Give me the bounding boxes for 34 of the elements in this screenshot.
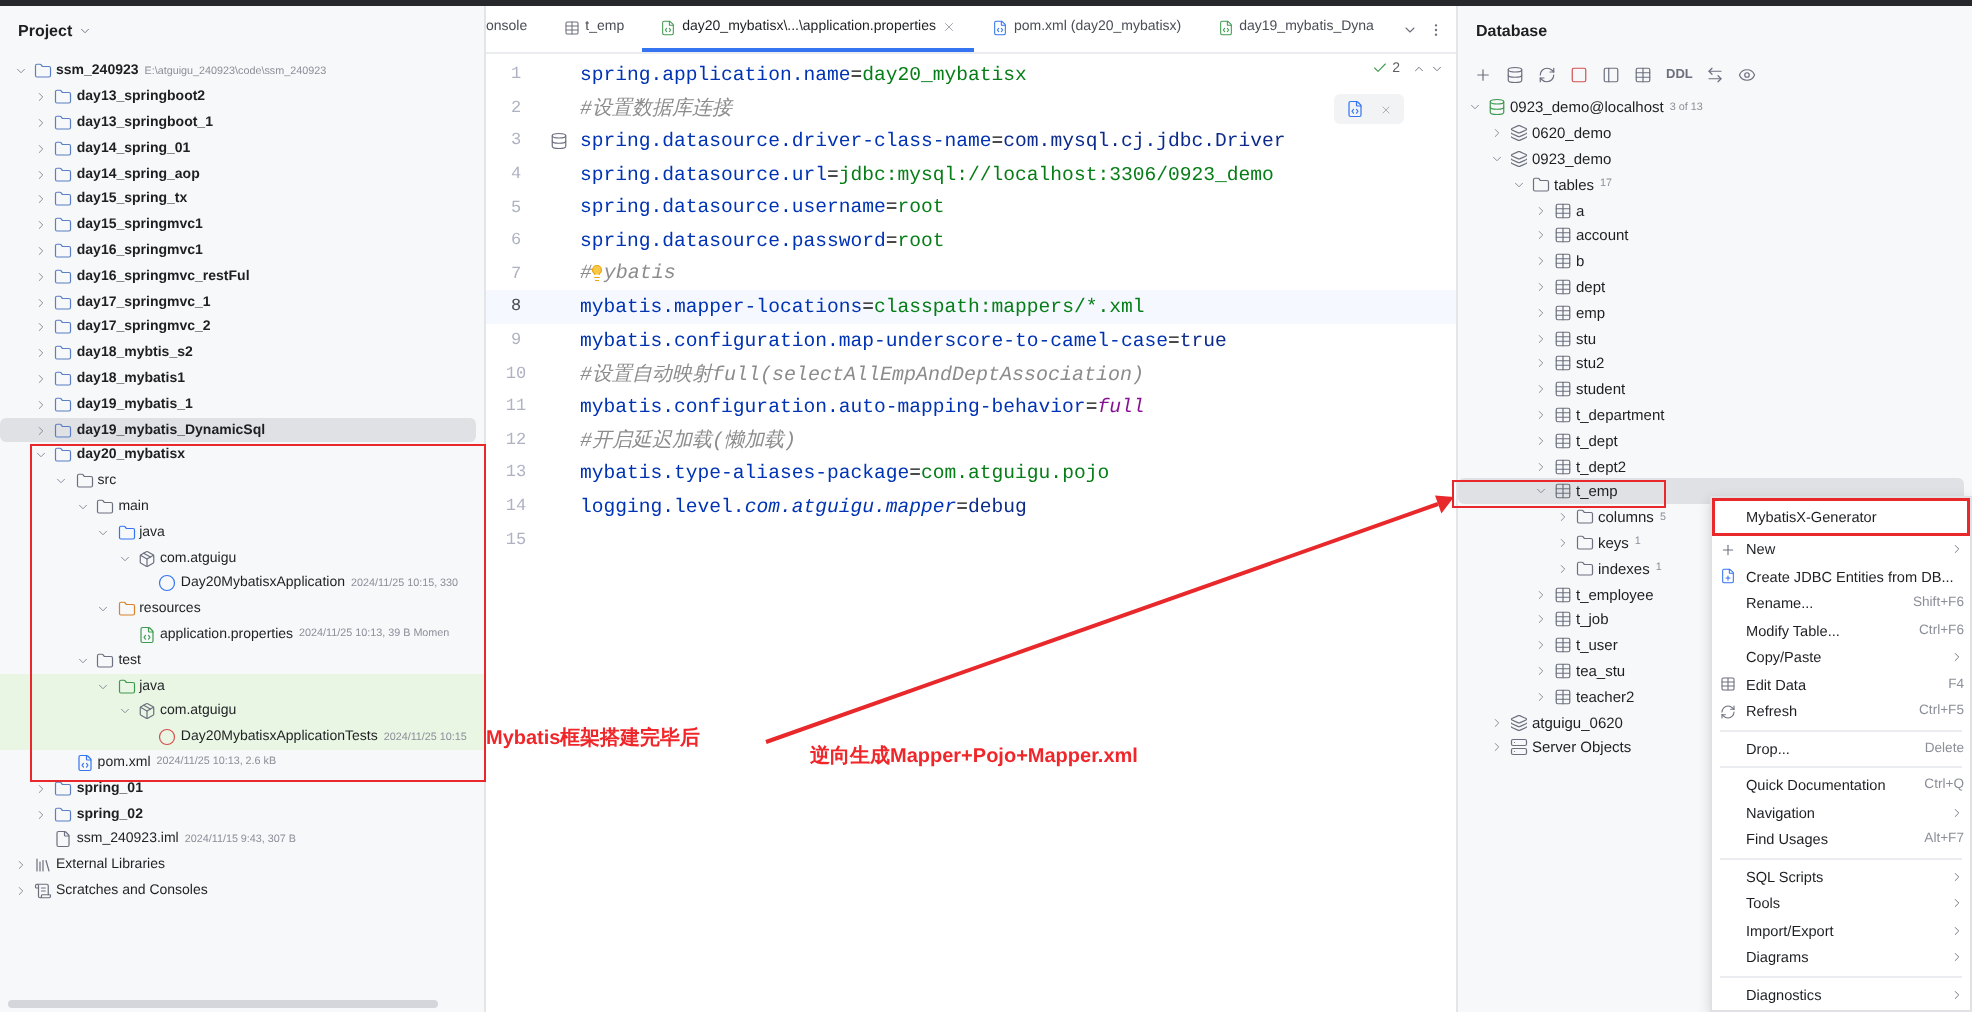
code-line: # [580,261,593,286]
code-line: #设置自动映射full(selectAllEmpAndDeptAssociation) [580,361,1145,388]
panel-title: Database [1476,22,1548,40]
panel-title: Project [18,22,73,40]
code-line: logging.level.com.atguigu.mapper=debug [580,495,1027,518]
code-line: #开启延迟加载(懒加载) [580,427,797,454]
annotation-text: 逆向生成Mapper+Pojo+Mapper.xml [810,743,1138,770]
line-number: 13 [503,462,529,483]
line-number: 10 [503,363,529,384]
line-number: 1 [508,64,524,85]
line-number: 15 [503,529,529,550]
line-number: 6 [508,230,524,251]
code-line: spring.datasource.username=root [580,196,945,219]
annotation-text: Mybatis框架搭建完毕后 [486,724,701,752]
code-line: spring.datasource.driver-class-name=com.mysql.cj.jdbc.Driver [580,129,1286,152]
line-number: 3 [508,130,524,151]
code-line: mybatis.configuration.map-underscore-to-camel-case=true [580,329,1227,352]
code-line: mybatis.configuration.auto-mapping-behavior=full [580,395,1145,418]
line-number: 4 [508,164,524,185]
line-number: 14 [503,496,529,517]
code-line: mybatis.type-aliases-package=com.atguigu.pojo [580,461,1110,484]
code-line: spring.datasource.url=jdbc:mysql://localhost:3306/0923_demo [580,163,1274,186]
line-number: 5 [508,197,524,218]
code-line: #设置数据库连接 [580,95,733,122]
line-number: 7 [508,263,524,284]
code-line: spring.datasource.password=root [580,229,945,252]
code-line: spring.application.name=day20_mybatisx [580,63,1027,86]
line-number: 9 [508,330,524,351]
line-number: 12 [503,429,529,450]
line-number: 8 [508,296,524,317]
code-line: mybatis.mapper-locations=classpath:mappers/*.xml [580,295,1145,318]
line-number: 2 [508,97,524,118]
line-number: 11 [503,396,529,417]
code-line: ybatis [603,261,676,286]
